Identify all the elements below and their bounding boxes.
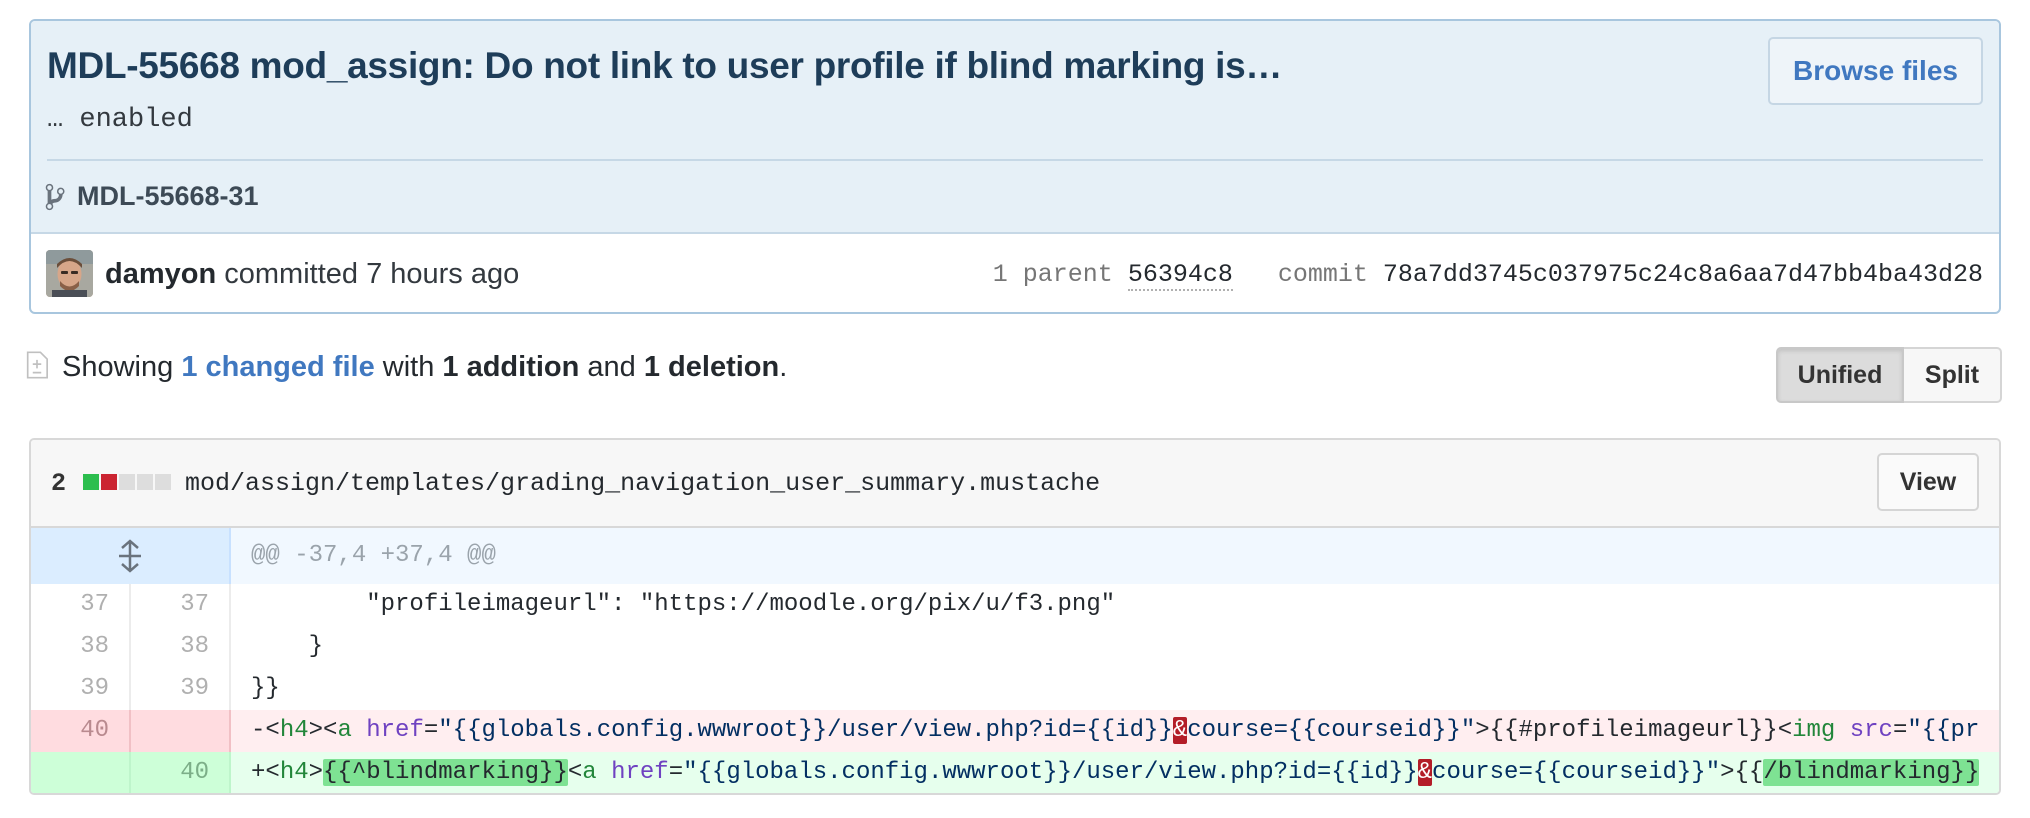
diff-table: @@ -37,4 +37,4 @@ 37 37 "profileimageurl… <box>31 528 1999 793</box>
hunk-header: @@ -37,4 +37,4 @@ <box>251 542 496 569</box>
code-string: "{{globals.config.wwwroot}}/user/view.ph… <box>683 759 1418 786</box>
line-code: -<h4><a href="{{globals.config.wwwroot}}… <box>231 710 1979 752</box>
code-tag: img <box>1792 717 1836 744</box>
code-punct: >{{ <box>1720 759 1764 786</box>
diff-prefix: + <box>251 759 266 786</box>
old-line-number[interactable]: 37 <box>31 584 131 626</box>
diff-summary: Showing 1 changed file with 1 addition a… <box>26 350 787 385</box>
line-code: +<h4>{{^blindmarking}}<a href="{{globals… <box>231 752 1980 793</box>
author-line: damyon committed 7 hours ago <box>105 258 519 291</box>
hunk-header-row: @@ -37,4 +37,4 @@ <box>31 528 1999 584</box>
code-tag: a <box>582 759 597 786</box>
sha-block: 1 parent 56394c8 commit 78a7dd3745c03797… <box>993 260 1983 291</box>
file-diff-icon <box>26 350 48 385</box>
code-attr: href <box>351 717 424 744</box>
code-punct: < <box>265 717 280 744</box>
old-line-number <box>31 752 131 793</box>
summary-showing: Showing <box>62 351 174 383</box>
author-name[interactable]: damyon <box>105 258 216 290</box>
code-punct: >{{#profileimageurl}}< <box>1475 717 1793 744</box>
new-line-number <box>131 710 231 752</box>
diff-prefix: - <box>251 717 266 744</box>
diffstat-neutral-block <box>119 474 135 490</box>
branch-icon <box>45 182 69 212</box>
summary-period: . <box>779 351 788 383</box>
code-string: "{{pr <box>1907 717 1980 744</box>
old-line-number[interactable]: 38 <box>31 626 131 668</box>
line-code: }} <box>231 668 280 710</box>
old-line-number[interactable]: 40 <box>31 710 131 752</box>
parent-label: 1 parent <box>992 260 1113 289</box>
divider <box>47 159 1983 161</box>
new-line-number[interactable]: 40 <box>131 752 231 793</box>
summary-and: and <box>587 351 636 383</box>
diff-line: 37 37 "profileimageurl": "https://moodle… <box>31 584 1999 626</box>
code-text: }} <box>251 675 280 702</box>
commit-meta: damyon committed 7 hours ago 1 parent 56… <box>31 232 1999 312</box>
commit-title-section: MDL-55668 mod_assign: Do not link to use… <box>31 21 1999 232</box>
commit-title: MDL-55668 mod_assign: Do not link to use… <box>47 45 1283 86</box>
deleted-line: 40 -<h4><a href="{{globals.config.wwwroo… <box>31 710 1999 752</box>
diff-line: 39 39 }} <box>31 668 1999 710</box>
file-header: 2 mod/assign/templates/grading_navigatio… <box>31 440 1999 528</box>
added-line: 40 +<h4>{{^blindmarking}}<a href="{{glob… <box>31 752 1999 793</box>
old-line-number[interactable]: 39 <box>31 668 131 710</box>
code-tag: a <box>337 717 352 744</box>
new-line-number[interactable]: 38 <box>131 626 231 668</box>
new-line-number[interactable]: 37 <box>131 584 231 626</box>
line-code: "profileimageurl": "https://moodle.org/p… <box>231 584 1115 626</box>
branch-name[interactable]: MDL-55668-31 <box>77 181 259 212</box>
avatar[interactable] <box>46 250 93 297</box>
expand-icon[interactable] <box>31 528 231 584</box>
code-punct: = <box>423 717 439 744</box>
code-attr: href <box>596 759 669 786</box>
view-file-button[interactable]: View <box>1877 453 1979 511</box>
line-code: } <box>231 626 323 668</box>
added-text-highlight: {{^blindmarking}} <box>323 759 568 786</box>
added-text-highlight: /blindmarking}} <box>1763 759 1980 786</box>
code-punct: < <box>265 759 280 786</box>
diffstat-neutral-block <box>155 474 171 490</box>
split-button[interactable]: Split <box>1904 347 2002 403</box>
code-text: } <box>251 633 324 660</box>
code-attr: src <box>1835 717 1893 744</box>
code-text: "profileimageurl": "https://moodle.org/p… <box>251 591 1116 618</box>
committed-time: committed 7 hours ago <box>224 258 520 290</box>
parent-sha-link[interactable]: 56394c8 <box>1127 260 1233 291</box>
summary-text: Showing 1 changed file with 1 addition a… <box>62 351 787 384</box>
code-punct: > <box>308 759 324 786</box>
code-punct: = <box>668 759 684 786</box>
commit-sha: 78a7dd3745c037975c24c8a6aa7d47bb4ba43d28 <box>1382 260 1983 289</box>
code-tag: h4 <box>279 759 309 786</box>
code-string: "{{globals.config.wwwroot}}/user/view.ph… <box>438 717 1173 744</box>
removed-char-highlight: & <box>1172 717 1188 744</box>
file-change-count: 2 <box>51 469 67 498</box>
code-punct: = <box>1892 717 1908 744</box>
file-path[interactable]: mod/assign/templates/grading_navigation_… <box>185 469 1100 498</box>
code-tag: h4 <box>279 717 309 744</box>
commit-description: … enabled <box>47 105 193 135</box>
unified-button[interactable]: Unified <box>1776 347 1904 403</box>
branch-row: MDL-55668-31 <box>45 181 259 212</box>
diffstat-deleted-block <box>101 474 117 490</box>
diffstat-added-block <box>83 474 99 490</box>
diffstat-neutral-block <box>137 474 153 490</box>
diff-line: 38 38 } <box>31 626 1999 668</box>
code-punct: < <box>567 759 583 786</box>
new-line-number[interactable]: 39 <box>131 668 231 710</box>
summary-with: with <box>382 351 435 383</box>
diffstat-bar <box>83 474 171 490</box>
changed-files-link[interactable]: 1 changed file <box>181 351 374 383</box>
code-punct: >< <box>308 717 338 744</box>
file-diff: 2 mod/assign/templates/grading_navigatio… <box>29 438 2001 795</box>
commit-header: MDL-55668 mod_assign: Do not link to use… <box>29 19 2001 314</box>
code-string: course={{courseid}}" <box>1187 717 1476 744</box>
deletions-count: 1 deletion <box>643 351 780 383</box>
additions-count: 1 addition <box>442 351 580 383</box>
changed-char-highlight: & <box>1417 759 1433 786</box>
browse-files-button[interactable]: Browse files <box>1768 37 1983 105</box>
diff-view-toggle: Unified Split <box>1776 347 2002 403</box>
commit-label: commit <box>1277 260 1368 289</box>
code-string: course={{courseid}}" <box>1432 759 1721 786</box>
